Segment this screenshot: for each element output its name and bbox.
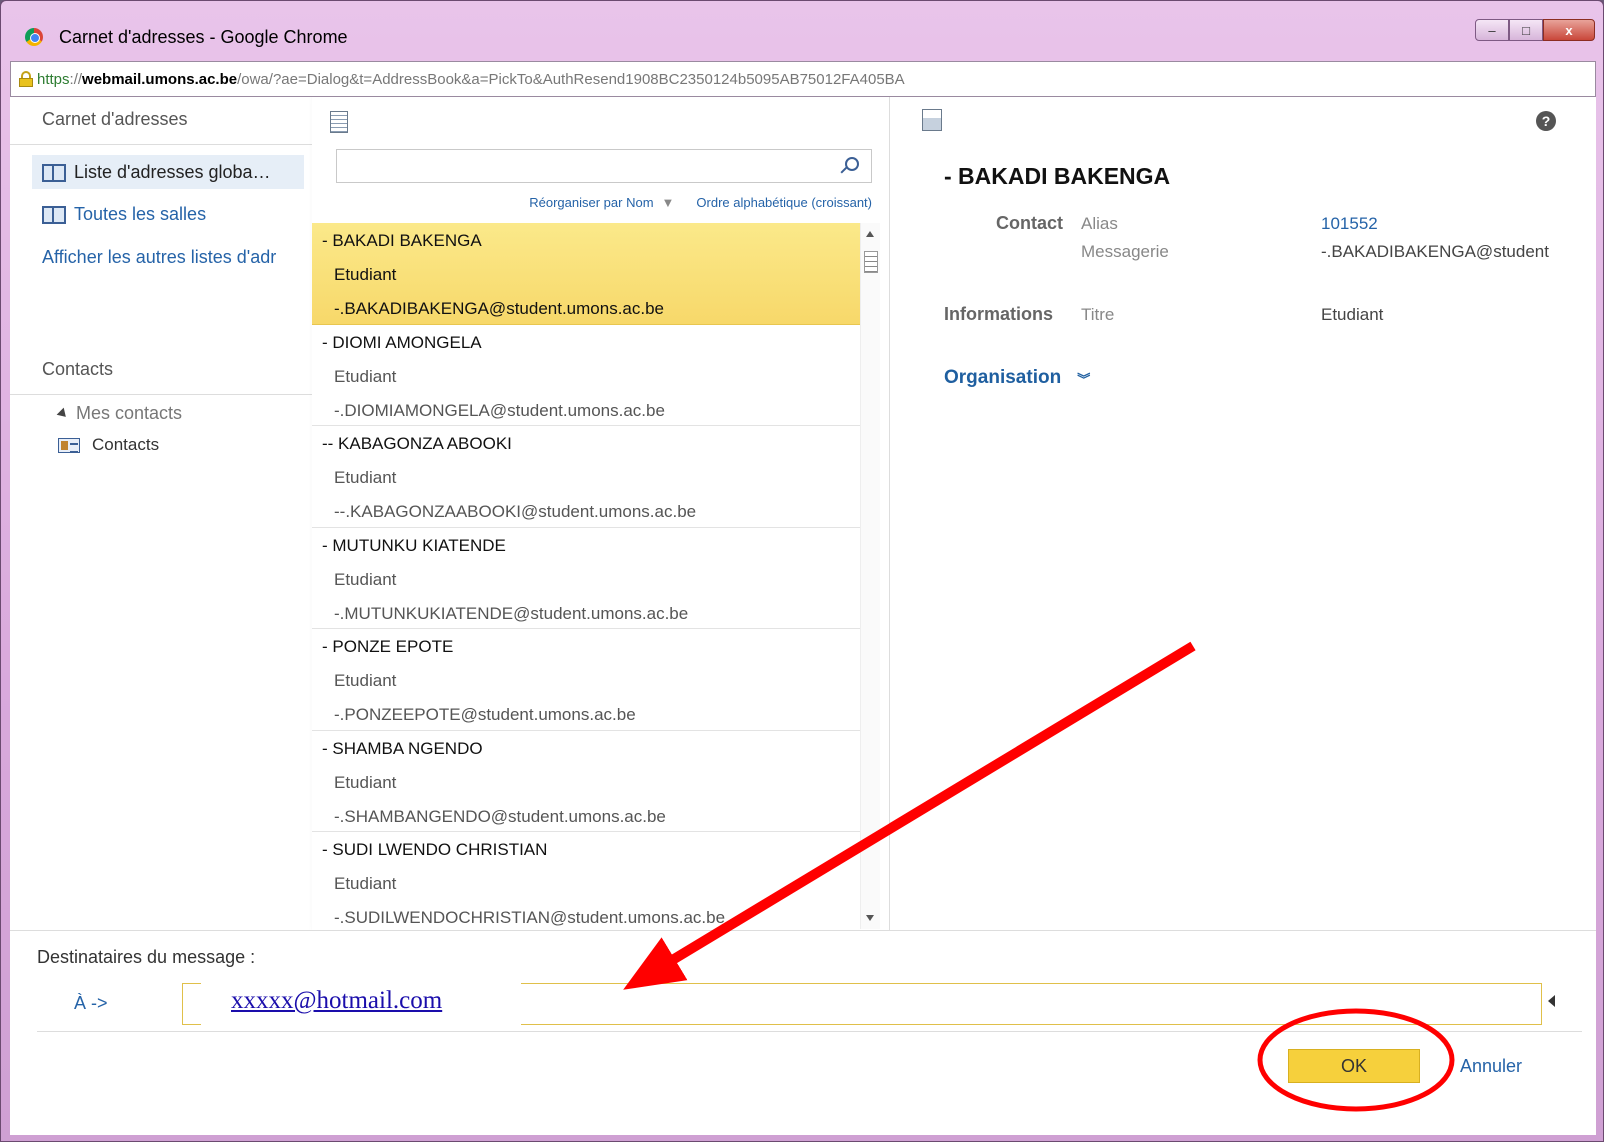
show-other-lists-link[interactable]: Afficher les autres listes d'adr xyxy=(42,247,312,268)
window-controls: – □ x xyxy=(1475,19,1595,41)
recipients-label: Destinataires du message : xyxy=(37,947,256,967)
result-item[interactable]: - DIOMI AMONGELA Etudiant -.DIOMIAMONGEL… xyxy=(312,325,860,426)
to-recipients-field[interactable]: xxxxx@hotmail.com xyxy=(182,976,1542,1026)
result-email: -.SUDILWENDOCHRISTIAN@student.umons.ac.b… xyxy=(334,908,726,927)
chrome-icon xyxy=(25,28,43,46)
result-item[interactable]: - MUTUNKU KIATENDE Etudiant -.MUTUNKUKIA… xyxy=(312,528,860,629)
result-email: -.BAKADIBAKENGA@student.umons.ac.be xyxy=(334,299,665,318)
result-item[interactable]: - PONZE EPOTE Etudiant -.PONZEEPOTE@stud… xyxy=(312,629,860,731)
expand-triangle-icon xyxy=(56,407,70,420)
left-navigation-pane: Carnet d'adresses Liste d'adresses globa… xyxy=(10,97,312,930)
url-path: /owa/?ae=Dialog&t=AddressBook&a=PickTo&A… xyxy=(237,70,905,88)
results-pane: Réorganiser par Nom ▼ Ordre alphabétique … xyxy=(312,97,890,930)
ok-button[interactable]: OK xyxy=(1288,1049,1420,1083)
results-scrollbar[interactable] xyxy=(860,223,880,929)
to-value-box: xxxxx@hotmail.com xyxy=(201,976,521,1026)
result-email: -.SHAMBANGENDO@student.umons.ac.be xyxy=(334,806,666,826)
result-title: Etudiant xyxy=(334,366,397,386)
result-name: - BAKADI BAKENGA xyxy=(322,231,482,250)
result-email: -.DIOMIAMONGELA@student.umons.ac.be xyxy=(334,400,665,420)
result-name: -- KABAGONZA ABOOKI xyxy=(322,434,512,453)
result-title: Etudiant xyxy=(334,569,397,589)
result-email: --.KABAGONZAABOOKI@student.umons.ac.be xyxy=(334,502,697,521)
sort-order-link[interactable]: Ordre alphabétique (croissant) xyxy=(696,195,872,210)
info-section-label: Informations xyxy=(944,304,1054,324)
title-value: Etudiant xyxy=(1321,305,1384,324)
result-item[interactable]: - SHAMBA NGENDO Etudiant -.SHAMBANGENDO@… xyxy=(312,731,860,832)
result-item[interactable]: -- KABAGONZA ABOOKI Etudiant --.KABAGONZ… xyxy=(312,426,860,528)
maximize-button[interactable]: □ xyxy=(1509,19,1543,41)
organisation-label: Organisation xyxy=(944,367,1062,388)
result-title: Etudiant xyxy=(334,772,397,792)
field-scroll-icon[interactable] xyxy=(1548,995,1555,1007)
help-icon[interactable]: ? xyxy=(1536,111,1556,131)
nav-item-label: Liste d'adresses globa… xyxy=(74,161,271,182)
result-item[interactable]: - BAKADI BAKENGA Etudiant -.BAKADIBAKENG… xyxy=(312,223,860,325)
my-contacts-toggle[interactable]: Mes contacts xyxy=(56,403,183,424)
result-name: - MUTUNKU KIATENDE xyxy=(322,535,506,555)
result-title: Etudiant xyxy=(334,671,397,690)
minimize-button[interactable]: – xyxy=(1475,19,1509,41)
detail-name: - BAKADI BAKENGA xyxy=(944,163,1171,189)
sort-controls: Réorganiser par Nom ▼ Ordre alphabétique … xyxy=(312,195,872,210)
nav-item-global-address-list[interactable]: Liste d'adresses globa… xyxy=(32,155,304,189)
result-title: Etudiant xyxy=(334,874,397,893)
contacts-heading: Contacts xyxy=(10,359,312,395)
contacts-folder[interactable]: Contacts xyxy=(58,435,159,455)
chevron-down-icon: ︾ xyxy=(1077,371,1090,387)
result-name: - SHAMBA NGENDO xyxy=(322,738,483,758)
alias-label: Alias xyxy=(1081,214,1118,233)
cancel-button[interactable]: Annuler xyxy=(1460,1056,1522,1077)
sort-by-label: Réorganiser par Nom xyxy=(529,195,654,210)
mail-label: Messagerie xyxy=(1081,242,1169,261)
close-button[interactable]: x xyxy=(1543,19,1595,41)
contacts-folder-label: Contacts xyxy=(92,435,160,454)
print-icon[interactable] xyxy=(922,109,942,131)
scroll-up-icon[interactable] xyxy=(866,231,874,237)
dialog-content: Carnet d'adresses Liste d'adresses globa… xyxy=(10,97,1596,1135)
address-book-icon xyxy=(42,164,66,182)
sort-by-dropdown[interactable]: Réorganiser par Nom ▼ xyxy=(529,195,674,210)
address-book-heading: Carnet d'adresses xyxy=(10,109,312,145)
address-book-icon xyxy=(42,206,66,224)
my-contacts-label: Mes contacts xyxy=(76,403,183,423)
contact-section-label: Contact xyxy=(996,213,1063,233)
scroll-thumb[interactable] xyxy=(864,251,878,273)
result-name: - PONZE EPOTE xyxy=(322,637,454,656)
footer-divider xyxy=(37,1031,1582,1032)
nav-item-all-rooms[interactable]: Toutes les salles xyxy=(32,197,304,231)
result-list: - BAKADI BAKENGA Etudiant -.BAKADIBAKENG… xyxy=(312,223,860,929)
organisation-toggle[interactable]: Organisation ︾ xyxy=(944,367,1090,389)
result-email: -.PONZEEPOTE@student.umons.ac.be xyxy=(334,705,636,724)
search-input[interactable] xyxy=(336,149,872,183)
url-scheme: https xyxy=(37,70,70,88)
result-title: Etudiant xyxy=(334,265,397,284)
recipients-footer: Destinataires du message : À -> xxxxx@ho… xyxy=(10,930,1596,1135)
url-host: webmail.umons.ac.be xyxy=(82,70,238,88)
lock-icon xyxy=(19,71,33,87)
result-item[interactable]: - SUDI LWENDO CHRISTIAN Etudiant -.SUDIL… xyxy=(312,832,860,929)
alias-value: 101552 xyxy=(1321,214,1378,233)
result-email: -.MUTUNKUKIATENDE@student.umons.ac.be xyxy=(334,603,689,623)
nav-item-label: Toutes les salles xyxy=(74,203,207,224)
mail-value: -.BAKADIBAKENGA@student xyxy=(1321,242,1549,261)
chevron-down-icon: ▼ xyxy=(661,195,675,210)
result-title: Etudiant xyxy=(334,468,397,487)
contact-card-icon xyxy=(58,437,80,453)
url-separator: :// xyxy=(69,70,83,88)
detail-pane: ? - BAKADI BAKENGA Contact Alias 101552 … xyxy=(890,97,1596,930)
result-name: - SUDI LWENDO CHRISTIAN xyxy=(322,840,548,859)
title-label: Titre xyxy=(1081,305,1115,324)
result-name: - DIOMI AMONGELA xyxy=(322,332,482,352)
address-bar[interactable]: https://webmail.umons.ac.be/owa/?ae=Dial… xyxy=(10,61,1596,97)
window-title: Carnet d'adresses - Google Chrome xyxy=(59,27,348,47)
to-recipient-value[interactable]: xxxxx@hotmail.com xyxy=(231,987,442,1015)
title-bar: Carnet d'adresses - Google Chrome – □ x xyxy=(1,1,1604,61)
browser-window: Carnet d'adresses - Google Chrome – □ x … xyxy=(0,0,1604,1142)
to-button[interactable]: À -> xyxy=(74,993,108,1014)
list-view-icon[interactable] xyxy=(330,111,348,133)
scroll-down-icon[interactable] xyxy=(866,915,874,921)
search-icon[interactable] xyxy=(845,157,859,171)
